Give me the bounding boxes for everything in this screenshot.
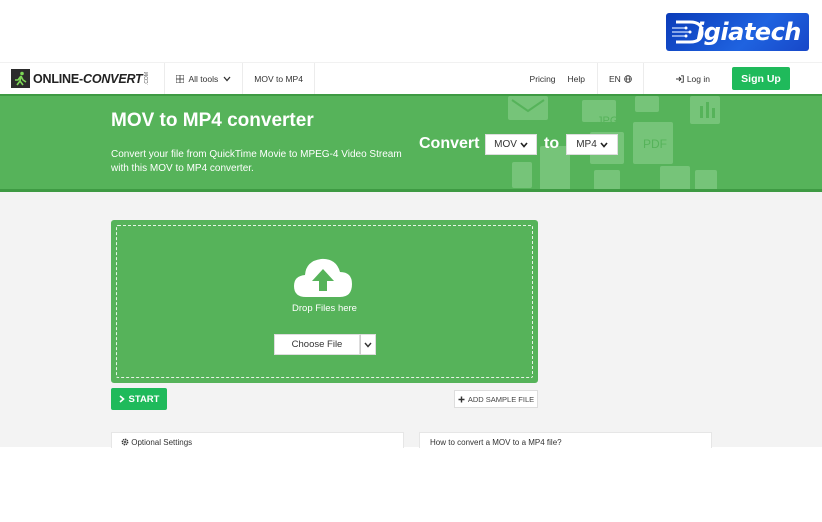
main-content: Drop Files here Choose File START ADD SA… <box>0 192 822 448</box>
logo-text-main: ONLINE- <box>33 71 83 86</box>
file-drop-zone[interactable]: Drop Files here Choose File <box>111 220 538 383</box>
pdf-deco-label: PDF <box>643 137 667 151</box>
chevron-down-icon <box>520 141 528 148</box>
sign-in-icon <box>675 74 684 83</box>
top-navbar: ONLINE-CONVERT .COM All tools MOV to MP4… <box>0 62 822 95</box>
chevron-down-icon <box>223 76 231 81</box>
to-format-select[interactable]: MP4 <box>566 134 618 155</box>
logo-text-accent: CONVERT <box>83 71 143 86</box>
all-tools-label: All tools <box>188 73 219 84</box>
globe-icon <box>624 74 632 83</box>
to-format-value: MP4 <box>576 139 597 150</box>
breadcrumb-label: MOV to MP4 <box>254 73 303 84</box>
running-man-icon <box>11 69 30 88</box>
choose-source-dropdown[interactable] <box>360 334 376 355</box>
to-label: to <box>544 135 560 152</box>
drop-files-text: Drop Files here <box>292 303 357 314</box>
drop-zone-inner: Drop Files here Choose File <box>116 225 533 378</box>
nav-right-group: Pricing Help EN Log in Sign Up <box>524 62 822 95</box>
hero-banner: JPG PDF MOV to MP4 converter Convert you… <box>0 94 822 192</box>
chevron-right-icon <box>118 395 125 403</box>
login-link[interactable]: Log in <box>644 63 721 95</box>
login-label: Log in <box>686 73 710 84</box>
all-tools-menu[interactable]: All tools <box>165 63 243 95</box>
choose-file-button[interactable]: Choose File <box>274 334 360 355</box>
page-subtitle: Convert your file from QuickTime Movie t… <box>111 149 402 174</box>
start-label: START <box>128 393 160 405</box>
watermark-brand-text: igiatech <box>696 18 801 46</box>
add-sample-label: ADD SAMPLE FILE <box>467 394 535 404</box>
choose-file-group: Choose File <box>274 334 376 355</box>
language-selector[interactable]: EN <box>598 63 643 95</box>
add-sample-file-button[interactable]: ADD SAMPLE FILE <box>454 390 538 408</box>
how-to-convert-panel[interactable]: How to convert a MOV to a MP4 file? <box>419 432 712 448</box>
pricing-link[interactable]: Pricing <box>524 74 562 84</box>
cloud-upload-icon[interactable] <box>292 253 354 299</box>
breadcrumb-mov-to-mp4[interactable]: MOV to MP4 <box>243 63 314 95</box>
logo-suffix: .COM <box>143 71 150 86</box>
plus-icon <box>458 396 465 402</box>
chevron-down-icon <box>364 342 372 348</box>
jpg-deco-label: JPG <box>597 115 618 127</box>
signup-button[interactable]: Sign Up <box>732 67 790 90</box>
from-format-value: MOV <box>494 139 517 150</box>
from-format-select[interactable]: MOV <box>485 134 537 155</box>
language-label: EN <box>609 73 621 84</box>
how-to-convert-label: How to convert a MOV to a MP4 file? <box>430 438 562 447</box>
gear-icon <box>121 438 129 446</box>
digiatech-watermark-logo: igiatech <box>666 13 809 51</box>
optional-settings-label: Optional Settings <box>131 438 193 447</box>
page-title: MOV to MP4 converter <box>111 110 314 131</box>
grid-icon <box>175 74 184 83</box>
site-logo[interactable]: ONLINE-CONVERT .COM <box>11 63 150 95</box>
convert-label: Convert <box>419 135 480 152</box>
nav-divider <box>313 62 315 95</box>
chevron-down-icon <box>600 141 608 148</box>
page: igiatech ONLINE-CONVERT .COM All tools M… <box>0 0 822 522</box>
help-link[interactable]: Help <box>562 74 591 84</box>
logo-text: ONLINE-CONVERT <box>33 72 143 86</box>
optional-settings-panel[interactable]: Optional Settings <box>111 432 404 448</box>
start-button[interactable]: START <box>111 388 167 410</box>
